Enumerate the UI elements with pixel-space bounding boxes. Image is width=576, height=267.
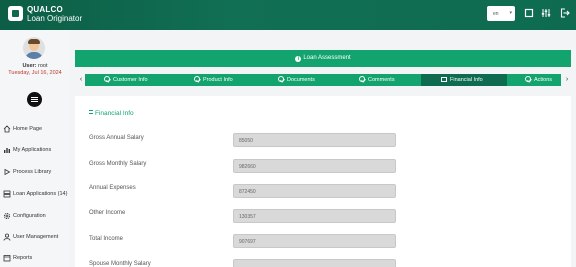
sidebar-item-label: Home Page — [13, 126, 43, 132]
bar-chart-icon — [3, 146, 11, 154]
play-icon — [3, 168, 11, 176]
sidebar-item-label: Configuration — [13, 213, 46, 219]
loan-applications-label: Loan Applications — [13, 191, 57, 197]
sidebar-item-process-library[interactable]: Process Library — [0, 166, 70, 180]
total-income-label: Total Income — [89, 236, 124, 242]
sidebar-item-user-management[interactable]: User Management — [0, 231, 70, 245]
spouse-monthly-salary-field[interactable] — [233, 259, 396, 267]
gross-annual-salary-label: Gross Annual Salary — [89, 135, 144, 141]
sidebar-item-configuration[interactable]: Configuration — [0, 210, 70, 224]
sliders-icon[interactable] — [541, 7, 551, 19]
step-label: Customer Info — [113, 77, 148, 83]
calendar-icon — [3, 254, 11, 262]
menu-toggle-button[interactable] — [27, 92, 42, 107]
sidebar-item-label: Process Library — [13, 169, 52, 175]
user-info: User: root — [0, 63, 70, 69]
section-title-text: Financial Info — [95, 110, 134, 117]
banner-title: Loan Assessment — [303, 55, 351, 61]
sidebar-item-home-page[interactable]: Home Page — [0, 123, 70, 137]
square-icon[interactable] — [524, 7, 534, 19]
app-name: QUALCO — [27, 5, 63, 14]
sidebar-item-loan-applications[interactable]: Loan Applications (14) — [0, 188, 70, 202]
section-title: Financial Info — [89, 110, 134, 117]
step-label: Product Info — [203, 77, 233, 83]
home-icon — [3, 125, 11, 133]
loan-assessment-banner: i Loan Assessment — [75, 50, 571, 67]
user-name: root — [38, 63, 48, 69]
gross-monthly-salary-field[interactable]: 982660 — [233, 159, 396, 173]
form-icon — [441, 77, 447, 82]
sidebar-item-label: Loan Applications (14) — [13, 191, 67, 197]
step-financial-info[interactable]: Financial Info — [421, 74, 507, 86]
gross-monthly-salary-label: Gross Monthly Salary — [89, 161, 147, 167]
step-label: Actions — [534, 77, 553, 83]
sidebar-item-label: My Applications — [13, 147, 52, 153]
sidebar: User: root Tuesday, Jul 16, 2024 Home Pa… — [0, 30, 70, 267]
language-select[interactable]: en — [487, 6, 515, 21]
annual-expenses-field[interactable]: 872450 — [233, 184, 396, 198]
check-circle-icon — [104, 76, 110, 82]
check-circle-icon — [194, 76, 200, 82]
sidebar-item-label: Reports — [13, 255, 33, 261]
avatar — [23, 37, 45, 59]
top-bar: QUALCO Loan Originator en — [0, 0, 576, 30]
other-income-label: Other Income — [89, 210, 126, 216]
user-icon — [3, 233, 11, 241]
step-comments[interactable]: Comments — [359, 74, 395, 86]
check-circle-icon — [359, 76, 365, 82]
app-subtitle: Loan Originator — [27, 14, 83, 23]
financial-info-panel: Financial Info Gross Annual Salary 85050… — [75, 96, 571, 267]
step-documents[interactable]: Documents — [278, 74, 315, 86]
sidebar-item-reports[interactable]: Reports — [0, 252, 70, 266]
spouse-monthly-salary-label: Spouse Monthly Salary — [89, 261, 151, 267]
list-icon — [89, 110, 93, 114]
process-steps: Customer Info Product Info Documents Com… — [85, 74, 561, 86]
sidebar-item-my-applications[interactable]: My Applications — [0, 144, 70, 158]
sidebar-item-label: User Management — [13, 234, 59, 240]
user-label: User: — [22, 63, 37, 69]
server-icon — [3, 190, 11, 198]
steps-scroll-right-button[interactable]: › — [563, 75, 571, 85]
step-actions[interactable]: Actions — [525, 74, 552, 86]
main-area: i Loan Assessment ‹ Customer Info Product… — [70, 30, 576, 267]
step-label: Financial Info — [450, 77, 483, 83]
step-label: Documents — [287, 77, 315, 83]
total-income-field[interactable]: 907697 — [233, 234, 396, 248]
steps-scroll-left-button[interactable]: ‹ — [77, 75, 85, 85]
info-icon: i — [295, 56, 302, 62]
step-customer-info[interactable]: Customer Info — [104, 74, 148, 86]
qualco-logo-icon — [8, 6, 23, 21]
check-circle-icon — [278, 76, 284, 82]
gear-icon — [3, 212, 11, 220]
loan-applications-count: (14) — [57, 191, 68, 197]
other-income-field[interactable]: 130357 — [233, 209, 396, 223]
annual-expenses-label: Annual Expenses — [89, 185, 136, 191]
gross-annual-salary-field[interactable]: 85050 — [233, 133, 396, 147]
step-label: Comments — [368, 77, 395, 83]
logout-icon[interactable] — [560, 7, 570, 19]
step-product-info[interactable]: Product Info — [194, 74, 233, 86]
current-date: Tuesday, Jul 16, 2024 — [8, 70, 62, 76]
check-circle-icon — [525, 76, 531, 82]
